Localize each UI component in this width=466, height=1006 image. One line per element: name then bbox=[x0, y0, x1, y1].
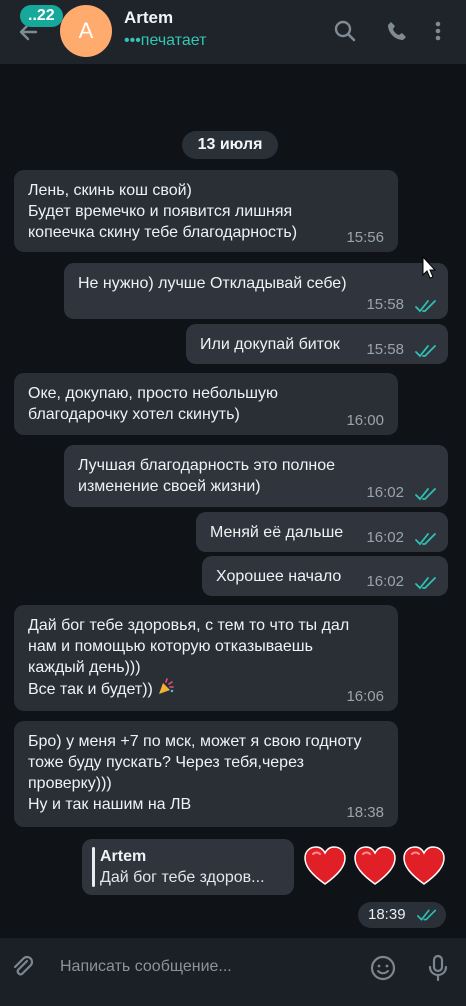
read-checkmark-icon bbox=[417, 909, 437, 921]
message-time: 15:56 bbox=[346, 229, 384, 246]
message-bubble[interactable]: Меняй её дальше 16:02 bbox=[196, 512, 448, 552]
typing-status: •••печатает bbox=[124, 32, 207, 49]
message-bubble[interactable]: Лучшая благодарность это полное изменени… bbox=[64, 445, 448, 507]
paperclip-icon[interactable] bbox=[10, 954, 36, 980]
message-time: 16:02 bbox=[366, 484, 404, 501]
message-time: 15:58 bbox=[366, 341, 404, 358]
smile-icon[interactable] bbox=[369, 954, 397, 982]
message-text: Оке, докупаю, просто небольшую bbox=[28, 385, 279, 402]
avatar[interactable]: A bbox=[60, 5, 112, 57]
heart-icon bbox=[304, 846, 346, 885]
reply-text: Дай бог тебе здоров... bbox=[100, 869, 265, 886]
heart-icon bbox=[354, 846, 396, 885]
message-bubble[interactable]: Не нужно) лучше Откладывай себе) 15:58 bbox=[64, 263, 448, 319]
message-text: каждый день))) bbox=[28, 659, 141, 676]
read-checkmark-icon bbox=[415, 488, 436, 501]
message-time: 18:38 bbox=[346, 804, 384, 821]
message-text: Ну и так нашим на ЛВ bbox=[28, 796, 192, 813]
message-text: нам и помощью которую отказываешь bbox=[28, 638, 313, 655]
message-composer: Написать сообщение... bbox=[0, 938, 466, 1006]
message-text: благодарочку хотел скинуть) bbox=[28, 406, 240, 423]
reply-author: Artem bbox=[100, 848, 147, 865]
message-bubble[interactable]: Лень, скинь кош свой) Будет времечко и п… bbox=[14, 170, 398, 252]
message-bubble[interactable]: Хорошее начало 16:02 bbox=[202, 556, 448, 596]
read-checkmark-icon bbox=[415, 300, 436, 313]
search-icon[interactable] bbox=[332, 18, 358, 44]
message-bubble[interactable]: Бро) у меня +7 по мск, может я свою годн… bbox=[14, 721, 398, 827]
heart-icon bbox=[403, 846, 445, 885]
message-time: 16:00 bbox=[346, 412, 384, 429]
message-list: 13 июля Лень, скинь кош свой) Будет врем… bbox=[0, 64, 466, 938]
read-checkmark-icon bbox=[415, 533, 436, 546]
reply-quote[interactable]: Artem Дай бог тебе здоров... bbox=[82, 839, 294, 895]
date-separator: 13 июля bbox=[182, 131, 278, 159]
read-checkmark-icon bbox=[415, 345, 436, 358]
message-text: Будет времечко и появится лишняя bbox=[28, 203, 293, 220]
message-time: 16:02 bbox=[366, 573, 404, 590]
read-checkmark-icon bbox=[415, 577, 436, 590]
phone-icon[interactable] bbox=[384, 18, 410, 44]
message-bubble[interactable]: Дай бог тебе здоровья, с тем то что ты д… bbox=[14, 605, 398, 711]
more-vertical-icon[interactable] bbox=[428, 18, 454, 44]
message-input[interactable]: Написать сообщение... bbox=[60, 958, 232, 976]
message-text: тоже буду пускать? Через тебя,через bbox=[28, 754, 304, 771]
party-popper-icon bbox=[159, 678, 175, 694]
message-text: Лень, скинь кош свой) bbox=[28, 182, 192, 199]
mouse-cursor-icon bbox=[422, 256, 436, 279]
message-time-pill: 18:39 bbox=[358, 902, 446, 928]
message-text: Не нужно) лучше Откладывай себе) bbox=[78, 275, 347, 292]
message-text: копеечка скину тебе благодарность) bbox=[28, 224, 298, 241]
message-time: 16:06 bbox=[346, 688, 384, 705]
reply-accent-bar bbox=[92, 847, 95, 887]
microphone-icon[interactable] bbox=[424, 953, 452, 983]
contact-name[interactable]: Artem bbox=[124, 8, 173, 28]
message-text: проверку))) bbox=[28, 775, 112, 792]
message-text: Все так и будет)) bbox=[28, 681, 153, 698]
unread-badge: ..22 bbox=[20, 5, 63, 27]
message-text: Дай бог тебе здоровья, с тем то что ты д… bbox=[28, 617, 350, 634]
message-text: Бро) у меня +7 по мск, может я свою годн… bbox=[28, 733, 362, 750]
message-text: Лучшая благодарность это полное bbox=[78, 457, 336, 474]
message-time: 18:39 bbox=[368, 906, 406, 923]
message-bubble[interactable]: Оке, докупаю, просто небольшую благодаро… bbox=[14, 373, 398, 435]
chat-header: ..22 A Artem •••печатает bbox=[0, 0, 466, 64]
message-time: 16:02 bbox=[366, 529, 404, 546]
message-time: 15:58 bbox=[366, 296, 404, 313]
message-bubble[interactable]: Или докупай биток 15:58 bbox=[186, 324, 448, 364]
